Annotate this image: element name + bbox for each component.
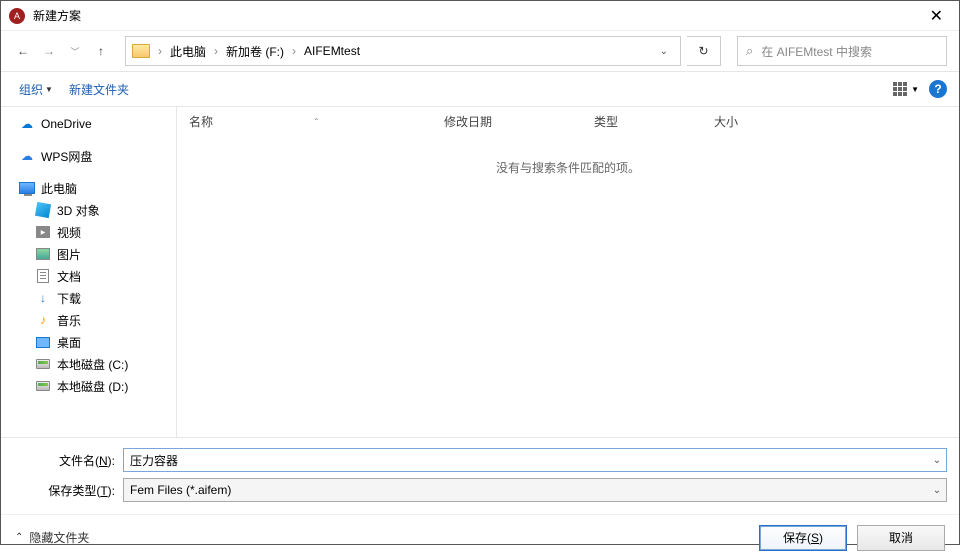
close-button[interactable]: ✕ [922,6,951,26]
sidebar-item-downloads[interactable]: ↓下载 [1,287,176,309]
search-placeholder: 在 AIFEMtest 中搜索 [761,43,872,60]
filetype-label: 保存类型(T): [13,482,123,499]
video-icon [35,224,51,240]
disk-icon [35,378,51,394]
help-button[interactable]: ? [929,80,947,98]
sidebar-item-videos[interactable]: 视频 [1,221,176,243]
chevron-right-icon[interactable]: › [290,44,298,58]
sidebar-item-this-pc[interactable]: 此电脑 [1,177,176,199]
cancel-button[interactable]: 取消 [857,525,945,551]
organize-label: 组织 [19,81,43,98]
3d-icon [35,202,51,218]
sidebar-item-3d-objects[interactable]: 3D 对象 [1,199,176,221]
hide-folders-toggle[interactable]: ⌃ 隐藏文件夹 [15,529,89,546]
filename-label: 文件名(N): [13,452,123,469]
address-dropdown[interactable]: ⌄ [654,46,674,57]
save-button[interactable]: 保存(S) [759,525,847,551]
chevron-down-icon: ▼ [45,85,53,94]
download-icon: ↓ [35,290,51,306]
column-name[interactable]: 名称⌃ [177,113,432,130]
desktop-icon [35,334,51,350]
sidebar-item-desktop[interactable]: 桌面 [1,331,176,353]
sidebar-item-onedrive[interactable]: ☁OneDrive [1,113,176,135]
sidebar-item-documents[interactable]: 文档 [1,265,176,287]
wps-icon: ☁ [19,148,35,164]
sort-indicator-icon: ⌃ [313,117,320,126]
doc-icon [35,268,51,284]
column-headers: 名称⌃ 修改日期 类型 大小 [177,107,959,135]
sidebar-item-disk-c[interactable]: 本地磁盘 (C:) [1,353,176,375]
cloud-icon: ☁ [19,116,35,132]
breadcrumb-item[interactable]: AIFEMtest [300,42,364,60]
forward-button[interactable]: → [39,41,59,61]
view-grid-icon [893,82,907,96]
chevron-down-icon: ▼ [911,85,919,94]
music-icon: ♪ [35,312,51,328]
sidebar-item-disk-d[interactable]: 本地磁盘 (D:) [1,375,176,397]
new-folder-button[interactable]: 新建文件夹 [63,77,135,102]
navigation-bar: ← → ﹀ ↑ › 此电脑 › 新加卷 (F:) › AIFEMtest ⌄ ↻… [1,31,959,71]
chevron-up-icon: ⌃ [15,532,23,543]
column-type[interactable]: 类型 [582,113,702,130]
filename-combo[interactable]: ⌄ [123,448,947,472]
up-button[interactable]: ↑ [91,41,111,61]
window-title: 新建方案 [33,7,922,24]
file-list-area: 名称⌃ 修改日期 类型 大小 没有与搜索条件匹配的项。 [177,107,959,437]
breadcrumb-item[interactable]: 新加卷 (F:) [222,41,288,62]
sidebar-item-wps[interactable]: ☁WPS网盘 [1,145,176,167]
view-options-button[interactable]: ▼ [893,82,919,96]
breadcrumb-item[interactable]: 此电脑 [166,41,210,62]
new-folder-label: 新建文件夹 [69,81,129,98]
save-fields: 文件名(N): ⌄ 保存类型(T): ⌄ [1,437,959,514]
address-bar[interactable]: › 此电脑 › 新加卷 (F:) › AIFEMtest ⌄ [125,36,681,66]
disk-icon [35,356,51,372]
footer: ⌃ 隐藏文件夹 保存(S) 取消 [1,514,959,560]
chevron-right-icon[interactable]: › [212,44,220,58]
column-date[interactable]: 修改日期 [432,113,582,130]
toolbar: 组织 ▼ 新建文件夹 ▼ ? [1,71,959,107]
filename-input[interactable] [124,453,928,467]
title-bar: A 新建方案 ✕ [1,1,959,31]
pc-icon [19,180,35,196]
image-icon [35,246,51,262]
empty-state-text: 没有与搜索条件匹配的项。 [177,135,959,200]
refresh-button[interactable]: ↻ [687,36,721,66]
search-icon: ⌕ [746,43,753,59]
sidebar: ☁OneDrive ☁WPS网盘 此电脑 3D 对象 视频 图片 文档 ↓下载 … [1,107,176,437]
app-icon: A [9,8,25,24]
chevron-right-icon[interactable]: › [156,44,164,58]
main-area: ☁OneDrive ☁WPS网盘 此电脑 3D 对象 视频 图片 文档 ↓下载 … [1,107,959,437]
sidebar-item-music[interactable]: ♪音乐 [1,309,176,331]
hide-folders-label: 隐藏文件夹 [29,529,89,546]
chevron-down-icon[interactable]: ⌄ [928,485,946,496]
filetype-combo[interactable]: ⌄ [123,478,947,502]
back-button[interactable]: ← [13,41,33,61]
organize-button[interactable]: 组织 ▼ [13,77,59,102]
sidebar-item-pictures[interactable]: 图片 [1,243,176,265]
filetype-input[interactable] [124,483,928,497]
recent-dropdown[interactable]: ﹀ [65,41,85,61]
search-input[interactable]: ⌕ 在 AIFEMtest 中搜索 [737,36,947,66]
column-size[interactable]: 大小 [702,113,782,130]
folder-icon [132,44,150,58]
chevron-down-icon[interactable]: ⌄ [928,455,946,466]
